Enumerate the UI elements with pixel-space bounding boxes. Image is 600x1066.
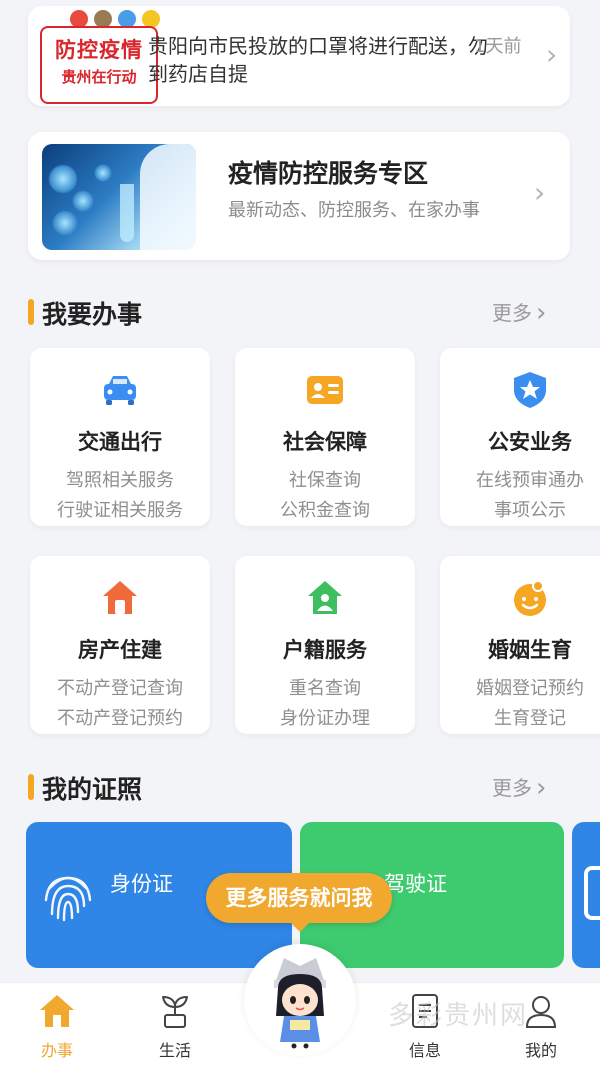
assistant-mascot-icon [274, 958, 326, 1049]
chevron-right-icon: › [536, 773, 547, 803]
baby-icon [514, 580, 546, 616]
household-icon [308, 581, 342, 614]
chevron-right-icon: › [534, 176, 546, 209]
sprout-icon [162, 996, 188, 1028]
service-name: 户籍服务 [283, 638, 367, 662]
assistant-avatar-button[interactable] [244, 944, 356, 1056]
service-desc[interactable]: 公积金查询 [235, 496, 415, 522]
service-desc[interactable]: 事项公示 [440, 496, 600, 522]
service-name: 房产住建 [78, 638, 162, 662]
id-card-icon [307, 376, 343, 404]
more-link[interactable]: 更多 › [492, 297, 547, 328]
more-link[interactable]: 更多 › [492, 772, 547, 803]
service-desc[interactable]: 驾照相关服务 [30, 466, 210, 492]
more-label: 更多 [492, 301, 532, 325]
service-name: 公安业务 [488, 430, 572, 454]
fingerprint-icon [44, 876, 92, 922]
service-card-household[interactable]: 户籍服务 重名查询 身份证办理 [235, 556, 415, 734]
service-card-social-security[interactable]: 社会保障 社保查询 公积金查询 [235, 348, 415, 526]
service-name: 社会保障 [283, 430, 367, 454]
chevron-right-icon: › [546, 38, 558, 71]
service-desc[interactable]: 不动产登记查询 [30, 674, 210, 700]
tab-label: 办事 [40, 1041, 73, 1060]
assistant-prompt-bubble[interactable]: 更多服务就问我 [206, 873, 392, 923]
tab-life[interactable]: 生活 [140, 991, 210, 1061]
section-title: 我要办事 [42, 300, 143, 329]
tab-label: 我的 [524, 1041, 557, 1060]
bubble-tail [290, 922, 310, 932]
section-header-tasks: 我要办事 更多 › [28, 295, 600, 329]
news-headline[interactable]: 贵阳向市民投放的口罩将进行配送，勿到药店自提 [148, 32, 488, 88]
service-desc[interactable]: 社保查询 [235, 466, 415, 492]
house-icon [103, 581, 137, 614]
section-title: 我的证照 [42, 775, 143, 804]
service-desc[interactable]: 生育登记 [440, 704, 600, 730]
service-desc[interactable]: 不动产登记预约 [30, 704, 210, 730]
license-card-partial[interactable] [572, 822, 600, 968]
section-accent-bar [28, 774, 34, 800]
home-icon [40, 995, 74, 1027]
service-card-public-security[interactable]: 公安业务 在线预审通办 事项公示 [440, 348, 600, 526]
lab-scientist-image [42, 144, 196, 250]
section-header-licenses: 我的证照 更多 › [28, 770, 600, 804]
tab-label: 信息 [408, 1041, 441, 1060]
service-desc[interactable]: 行驶证相关服务 [30, 496, 210, 522]
covid-zone-title: 疫情防控服务专区 [228, 159, 429, 188]
car-icon [104, 376, 136, 405]
service-desc[interactable]: 重名查询 [235, 674, 415, 700]
chevron-right-icon: › [536, 298, 547, 328]
service-desc[interactable]: 在线预审通办 [440, 466, 600, 492]
news-badge-line1: 防控疫情 [55, 38, 143, 62]
news-card[interactable]: 防控疫情 贵州在行动 贵阳向市民投放的口罩将进行配送，勿到药店自提 1天前 › [28, 6, 570, 106]
service-name: 婚姻生育 [488, 638, 572, 662]
service-card-transport[interactable]: 交通出行 驾照相关服务 行驶证相关服务 [30, 348, 210, 526]
service-card-housing[interactable]: 房产住建 不动产登记查询 不动产登记预约 [30, 556, 210, 734]
license-name: 身份证 [110, 872, 173, 896]
news-badge-line2: 贵州在行动 [61, 68, 137, 86]
service-desc[interactable]: 婚姻登记预约 [440, 674, 600, 700]
news-time: 1天前 [474, 36, 522, 57]
news-badge-logo: 防控疫情 贵州在行动 [40, 26, 158, 104]
covid-zone-subtitle: 最新动态、防控服务、在家办事 [228, 200, 480, 221]
service-name: 交通出行 [78, 430, 162, 454]
service-card-marriage[interactable]: 婚姻生育 婚姻登记预约 生育登记 [440, 556, 600, 734]
police-badge-icon [514, 372, 546, 408]
card-icon [584, 866, 600, 920]
covid-service-zone-card[interactable]: 疫情防控服务专区 最新动态、防控服务、在家办事 › [28, 132, 570, 260]
license-name: 驾驶证 [384, 872, 447, 896]
watermark: 多彩贵州网 [388, 1001, 529, 1031]
tab-tasks[interactable]: 办事 [22, 991, 92, 1061]
tab-label: 生活 [158, 1041, 191, 1060]
more-label: 更多 [492, 776, 532, 800]
section-accent-bar [28, 299, 34, 325]
service-desc[interactable]: 身份证办理 [235, 704, 415, 730]
